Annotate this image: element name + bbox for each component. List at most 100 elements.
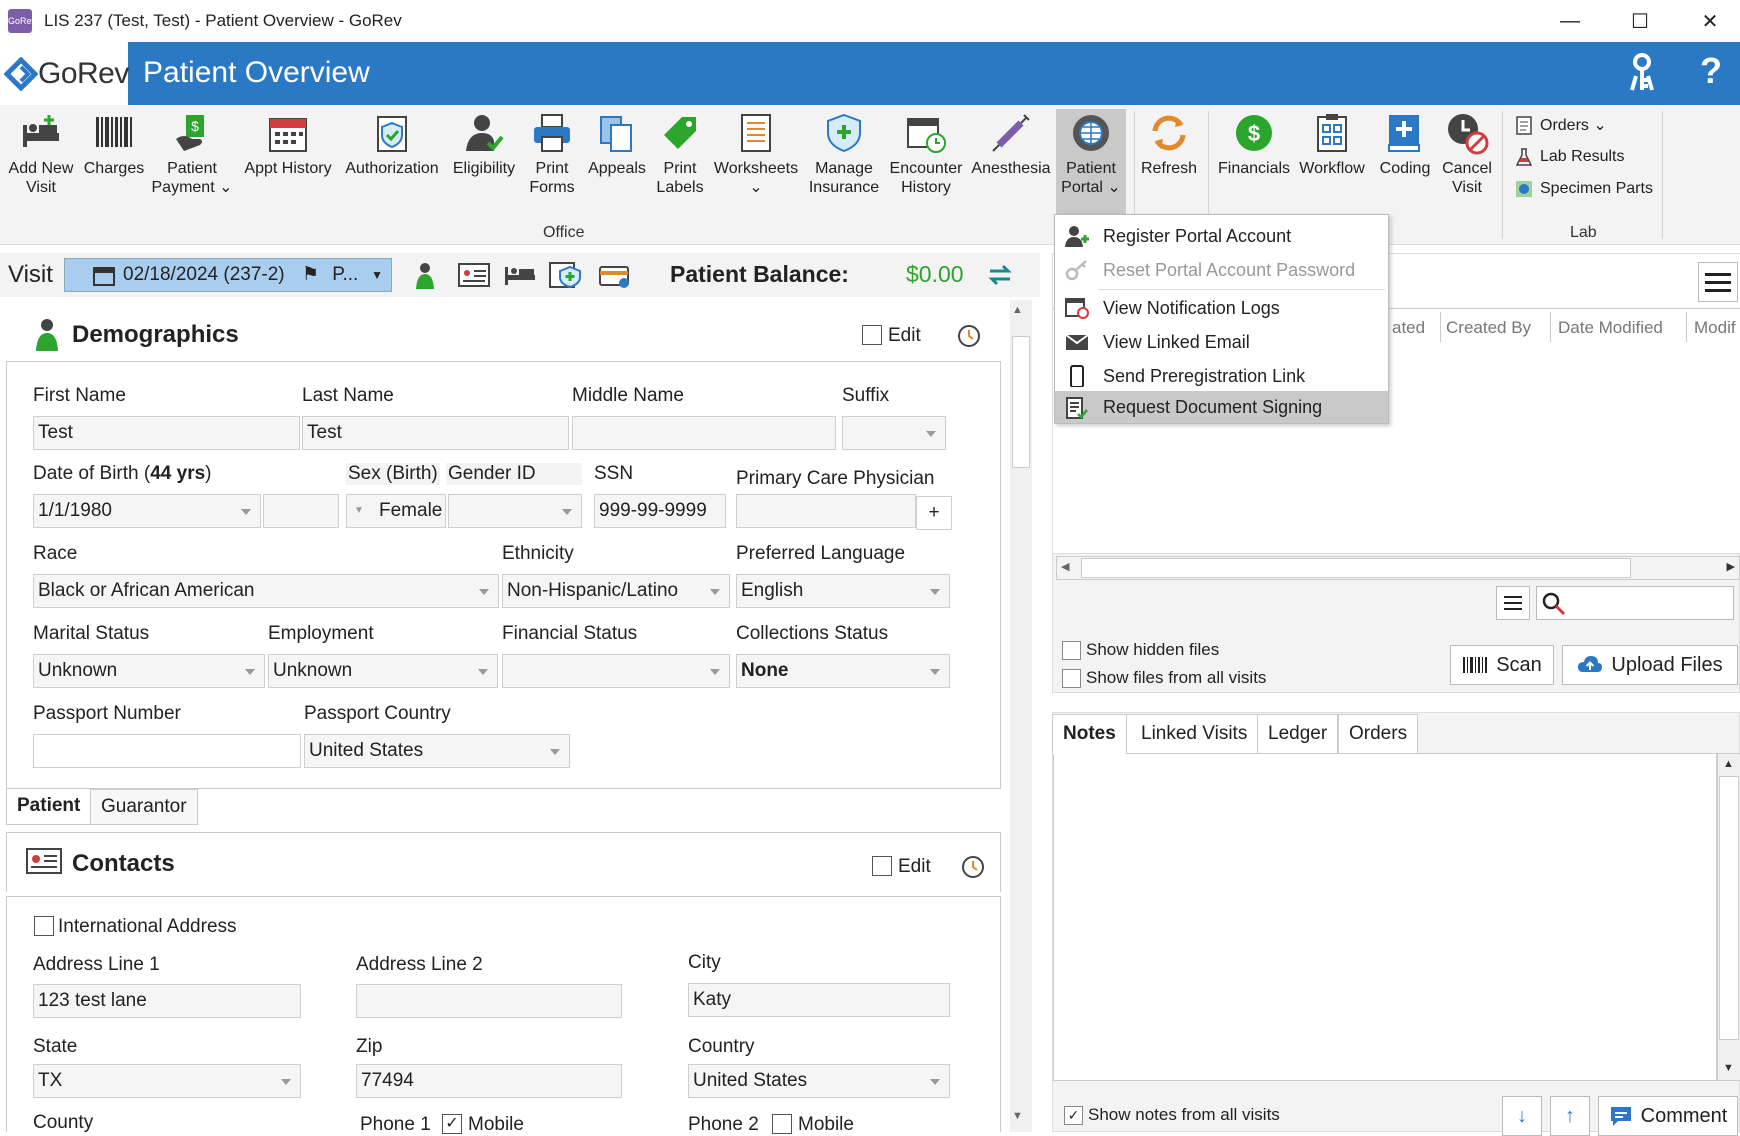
- comment-button[interactable]: Comment: [1598, 1096, 1738, 1136]
- passport-country-select[interactable]: United States: [304, 734, 570, 768]
- add-pcp-button[interactable]: +: [916, 496, 952, 530]
- show-all-notes-checkbox[interactable]: ✓: [1064, 1106, 1083, 1125]
- tab-orders[interactable]: Orders: [1338, 714, 1419, 754]
- users-key-icon[interactable]: [1624, 52, 1660, 101]
- close-button[interactable]: ✕: [1680, 0, 1740, 42]
- register-portal-account-item[interactable]: Register Portal Account: [1055, 219, 1388, 253]
- phone2-mobile-checkbox[interactable]: [772, 1114, 792, 1134]
- city-input[interactable]: Katy: [688, 983, 950, 1017]
- scrollbar-thumb[interactable]: [1719, 776, 1739, 1040]
- files-menu-button[interactable]: [1698, 262, 1738, 302]
- help-icon[interactable]: ?: [1700, 50, 1722, 92]
- ethnicity-select[interactable]: Non-Hispanic/Latino: [502, 574, 730, 608]
- upload-files-button[interactable]: Upload Files: [1562, 645, 1738, 685]
- move-up-button[interactable]: ↑: [1550, 1096, 1590, 1136]
- passport-number-input[interactable]: [33, 734, 301, 768]
- insurance-id-icon[interactable]: [598, 261, 632, 294]
- dob-input[interactable]: 1/1/1980: [33, 494, 261, 528]
- swap-icon[interactable]: [986, 261, 1014, 294]
- zip-input[interactable]: 77494: [356, 1064, 622, 1098]
- column-date-created[interactable]: ated: [1392, 318, 1425, 338]
- dob-time-input[interactable]: [263, 494, 339, 528]
- scroll-up-icon[interactable]: ▲: [1012, 304, 1023, 316]
- scroll-left-icon[interactable]: ◀: [1061, 560, 1069, 573]
- move-down-button[interactable]: ↓: [1502, 1096, 1542, 1136]
- appt-history-button[interactable]: Appt History: [240, 111, 336, 178]
- race-select[interactable]: Black or African American: [33, 574, 499, 608]
- orders-button[interactable]: Orders ⌄: [1514, 115, 1607, 135]
- add-new-visit-button[interactable]: Add New Visit: [4, 111, 78, 197]
- minimize-button[interactable]: —: [1540, 0, 1600, 42]
- financial-status-select[interactable]: [502, 654, 730, 688]
- visit-selector[interactable]: 02/18/2024 (237-2) ⚑ P... ▼: [64, 258, 392, 292]
- eligibility-button[interactable]: Eligibility: [448, 111, 520, 178]
- international-address-checkbox[interactable]: [34, 916, 54, 936]
- tab-linked-visits[interactable]: Linked Visits: [1126, 714, 1263, 754]
- send-preregistration-link-item[interactable]: Send Preregistration Link: [1055, 359, 1388, 393]
- collections-status-select[interactable]: None: [736, 654, 950, 688]
- cancel-visit-button[interactable]: Cancel Visit: [1436, 111, 1498, 197]
- chevron-down-icon[interactable]: ▼: [371, 259, 383, 291]
- anesthesia-button[interactable]: Anesthesia: [970, 111, 1052, 178]
- state-select[interactable]: TX: [33, 1064, 301, 1098]
- tab-ledger[interactable]: Ledger: [1257, 714, 1339, 754]
- workflow-button[interactable]: Workflow: [1294, 111, 1370, 178]
- print-labels-button[interactable]: Print Labels: [652, 111, 708, 197]
- address-line1-input[interactable]: 123 test lane: [33, 984, 301, 1018]
- tab-guarantor[interactable]: Guarantor: [90, 789, 198, 825]
- maximize-button[interactable]: ☐: [1610, 0, 1670, 42]
- encounter-history-button[interactable]: Encounter History: [886, 111, 966, 197]
- scrollbar-thumb[interactable]: [1081, 558, 1631, 578]
- scrollbar-thumb[interactable]: [1012, 336, 1030, 468]
- view-linked-email-item[interactable]: View Linked Email: [1055, 325, 1388, 359]
- employment-select[interactable]: Unknown: [268, 654, 498, 688]
- print-forms-button[interactable]: Print Forms: [524, 111, 580, 197]
- country-select[interactable]: United States: [688, 1064, 950, 1098]
- scroll-up-icon[interactable]: ▲: [1723, 758, 1734, 770]
- scroll-down-icon[interactable]: ▼: [1723, 1062, 1734, 1074]
- contacts-edit-checkbox[interactable]: [872, 856, 892, 876]
- hospital-bed-icon[interactable]: [504, 261, 536, 292]
- marital-status-select[interactable]: Unknown: [33, 654, 265, 688]
- financials-button[interactable]: $ Financials: [1216, 111, 1292, 178]
- column-modified-by[interactable]: Modif: [1694, 318, 1736, 338]
- files-search-input[interactable]: [1536, 586, 1734, 620]
- appeals-button[interactable]: Appeals: [586, 111, 648, 178]
- request-document-signing-item[interactable]: Request Document Signing: [1055, 391, 1388, 423]
- ssn-input[interactable]: 999-99-9999: [594, 494, 726, 528]
- column-created-by[interactable]: Created By: [1446, 318, 1531, 338]
- scroll-right-icon[interactable]: ▶: [1727, 560, 1735, 573]
- patient-portal-button[interactable]: Patient Portal ⌄: [1056, 109, 1126, 214]
- main-scrollbar[interactable]: ▲ ▼: [1010, 300, 1032, 1132]
- refresh-button[interactable]: Refresh: [1138, 111, 1200, 178]
- files-horizontal-scrollbar[interactable]: ◀ ▶: [1056, 556, 1740, 580]
- last-name-input[interactable]: Test: [302, 416, 569, 450]
- authorization-button[interactable]: Authorization: [342, 111, 442, 178]
- pcp-input[interactable]: [736, 494, 916, 528]
- tab-patient[interactable]: Patient: [6, 789, 92, 825]
- charges-button[interactable]: Charges: [80, 111, 148, 178]
- view-notification-logs-item[interactable]: View Notification Logs: [1055, 291, 1388, 325]
- id-card-icon[interactable]: [458, 263, 490, 292]
- filter-menu-button[interactable]: [1496, 586, 1530, 620]
- column-date-modified[interactable]: Date Modified: [1558, 318, 1663, 338]
- patient-icon[interactable]: [414, 261, 436, 294]
- preferred-language-select[interactable]: English: [736, 574, 950, 608]
- worksheets-button[interactable]: Worksheets ⌄: [712, 111, 800, 197]
- first-name-input[interactable]: Test: [33, 416, 300, 450]
- notes-scrollbar[interactable]: ▲ ▼: [1717, 753, 1740, 1081]
- middle-name-input[interactable]: [572, 416, 836, 450]
- scan-button[interactable]: Scan: [1450, 645, 1554, 685]
- lab-results-button[interactable]: Lab Results: [1514, 147, 1625, 167]
- suffix-select[interactable]: [842, 416, 946, 450]
- specimen-parts-button[interactable]: Specimen Parts: [1514, 179, 1653, 199]
- tab-notes[interactable]: Notes: [1052, 714, 1127, 754]
- insurance-card-icon[interactable]: [548, 259, 582, 294]
- demographics-edit-checkbox[interactable]: [862, 325, 882, 345]
- patient-payment-button[interactable]: $ Patient Payment ⌄: [150, 111, 234, 197]
- coding-button[interactable]: Coding: [1374, 111, 1436, 178]
- show-all-visits-files-checkbox[interactable]: [1062, 669, 1081, 688]
- address-line2-input[interactable]: [356, 984, 622, 1018]
- scroll-down-icon[interactable]: ▼: [1012, 1110, 1023, 1122]
- show-hidden-files-checkbox[interactable]: [1062, 641, 1081, 660]
